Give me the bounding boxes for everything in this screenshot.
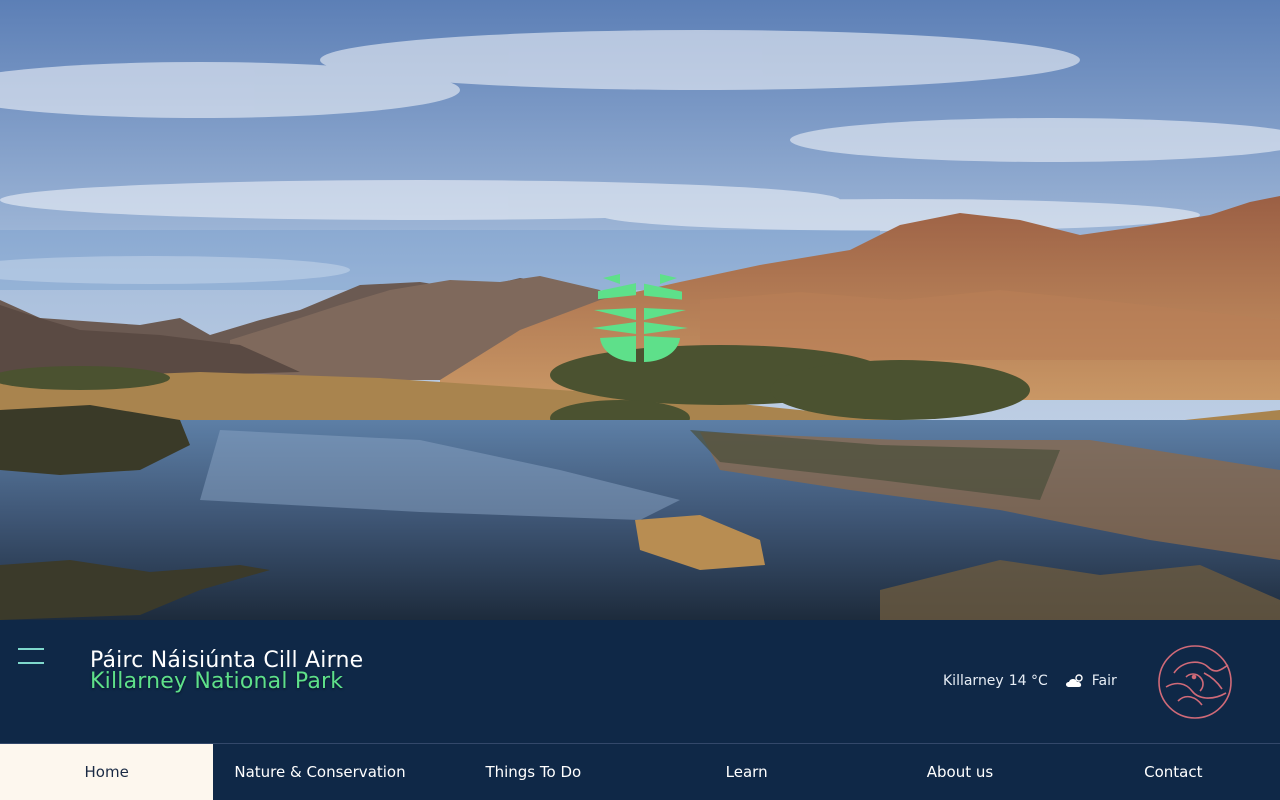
nav-about-us[interactable]: About us bbox=[853, 744, 1066, 800]
weather-widget: Killarney 14 °C Fair bbox=[943, 671, 1117, 691]
nav-learn[interactable]: Learn bbox=[640, 744, 853, 800]
nav-nature-conservation[interactable]: Nature & Conservation bbox=[213, 744, 426, 800]
site-title-english[interactable]: Killarney National Park bbox=[90, 669, 343, 694]
hamburger-menu-icon[interactable] bbox=[18, 648, 46, 666]
cloud-sun-icon bbox=[1065, 674, 1083, 687]
weather-temperature: 14 °C bbox=[1008, 673, 1048, 689]
main-navigation: Home Nature & Conservation Things To Do … bbox=[0, 743, 1280, 800]
weather-condition: Fair bbox=[1091, 673, 1117, 689]
hero-image bbox=[0, 0, 1280, 620]
nav-contact[interactable]: Contact bbox=[1067, 744, 1280, 800]
weather-location: Killarney bbox=[943, 673, 1004, 689]
bird-emblem-logo[interactable] bbox=[1156, 643, 1234, 721]
nav-home[interactable]: Home bbox=[0, 744, 214, 800]
park-leaf-logo[interactable] bbox=[590, 270, 690, 365]
nav-things-to-do[interactable]: Things To Do bbox=[427, 744, 640, 800]
